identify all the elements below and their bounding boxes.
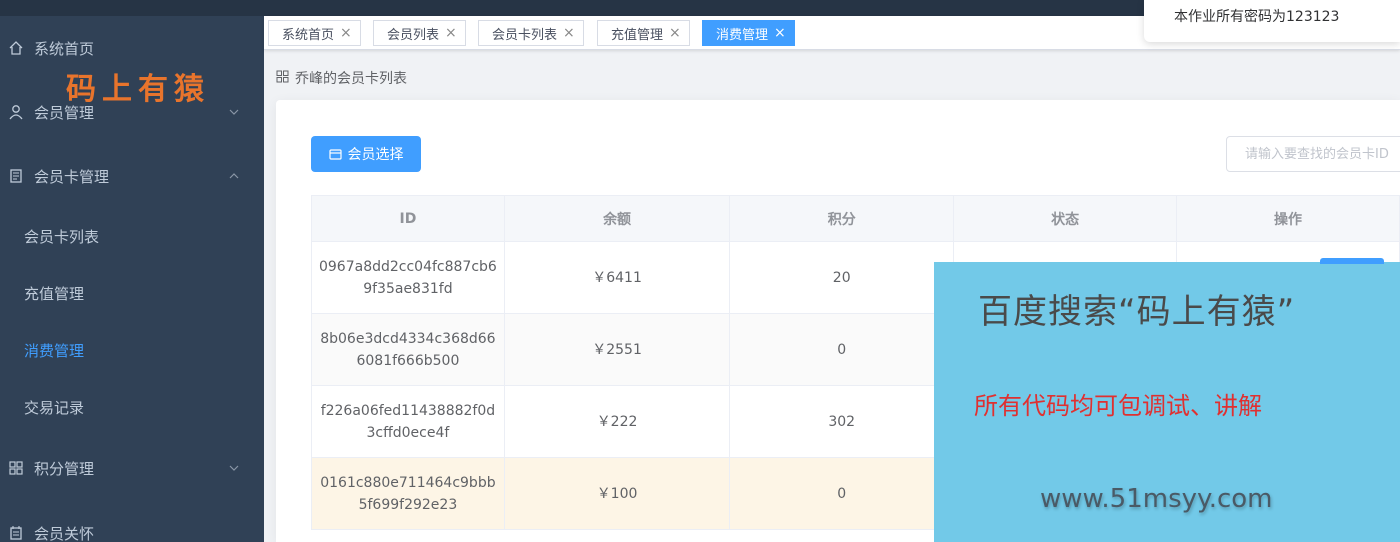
ad-subline: 所有代码均可包调试、讲解 [974,392,1262,420]
sidebar-subitem-consumption[interactable]: 消费管理 [0,330,264,370]
ad-headline: 百度搜索“码上有猿” [978,292,1296,332]
card-id-cell: 0161c880e711464c9bbb5f699f292e23 [311,457,505,530]
balance-cell: ￥100 [503,457,731,530]
points-cell: 0 [729,313,955,386]
search-input[interactable] [1226,136,1400,172]
tag-member-list[interactable]: 会员列表 × [373,20,466,46]
close-icon[interactable]: × [445,25,457,41]
sidebar-item-label: 会员管理 [34,103,95,122]
chevron-up-icon [228,170,240,182]
sidebar-item-member-care[interactable]: 会员关怀 [0,513,264,542]
tag-label: 会员列表 [387,27,440,43]
page-title: 乔峰的会员卡列表 [295,71,407,87]
sidebar-subitem-recharge[interactable]: 充值管理 [0,273,264,313]
grid-icon [276,70,289,87]
select-member-button[interactable]: 会员选择 [311,136,421,172]
tag-recharge[interactable]: 充值管理 × [597,20,690,46]
tag-card-list[interactable]: 会员卡列表 × [478,20,584,46]
column-header: 状态 [953,195,1178,242]
sidebar-item-member-cards[interactable]: 会员卡管理 [0,156,264,196]
close-icon[interactable]: × [669,25,681,41]
card-icon [328,148,342,160]
points-cell: 302 [729,385,955,458]
sidebar-item-label: 积分管理 [34,459,95,478]
sidebar: 系统首页 码上有猿 会员管理 会员卡管理 会员卡列表 充值管理 消费管理 交易记… [0,16,264,542]
points-cell: 0 [729,457,955,530]
sidebar-subitem-card-list[interactable]: 会员卡列表 [0,216,264,256]
user-icon [6,102,26,122]
tag-label: 系统首页 [282,27,335,43]
breadcrumb: 乔峰的会员卡列表 [276,68,407,88]
action-button-edge[interactable] [1320,258,1384,264]
tag-consumption[interactable]: 消费管理 × [702,20,795,46]
sidebar-item-points[interactable]: 积分管理 [0,448,264,488]
balance-cell: ￥6411 [503,241,731,314]
password-notice: 本作业所有密码为123123 [1144,0,1400,42]
balance-cell: ￥2551 [503,313,731,386]
sidebar-item-label: 系统首页 [34,39,95,58]
card-id-cell: f226a06fed11438882f0d3cffd0ece4f [311,385,505,458]
home-icon [6,38,26,58]
card-id-cell: 8b06e3dcd4334c368d666081f666b500 [311,313,505,386]
close-icon[interactable]: × [340,25,352,41]
column-header: 操作 [1176,195,1400,242]
close-icon[interactable]: × [563,25,575,41]
ad-url: www.51msyy.com [1040,484,1273,514]
advertisement-overlay: 百度搜索“码上有猿” 所有代码均可包调试、讲解 www.51msyy.com [934,258,1400,542]
chevron-down-icon [228,106,240,118]
balance-cell: ￥222 [503,385,731,458]
points-cell: 20 [729,241,955,314]
calendar-icon [6,523,26,542]
select-member-label: 会员选择 [347,147,404,163]
sidebar-item-label: 会员卡管理 [34,167,110,186]
chevron-down-icon [228,462,240,474]
sidebar-item-home[interactable]: 系统首页 [0,28,264,68]
sidebar-item-label: 会员关怀 [34,524,95,542]
column-header: 积分 [729,195,955,242]
tag-label: 会员卡列表 [492,27,558,43]
sidebar-subitem-transactions[interactable]: 交易记录 [0,387,264,427]
grid-icon [6,458,26,478]
close-icon[interactable]: × [774,25,786,41]
column-header: 余额 [503,195,731,242]
tag-home[interactable]: 系统首页 × [268,20,361,46]
column-header: ID [311,195,505,242]
table-header-row: ID 余额 积分 状态 操作 [311,195,1400,242]
card-id-cell: 0967a8dd2cc04fc887cb69f35ae831fd [311,241,505,314]
document-icon [6,166,26,186]
tag-label: 充值管理 [611,27,664,43]
tag-label: 消费管理 [716,27,769,43]
sidebar-item-members[interactable]: 会员管理 [0,92,264,132]
